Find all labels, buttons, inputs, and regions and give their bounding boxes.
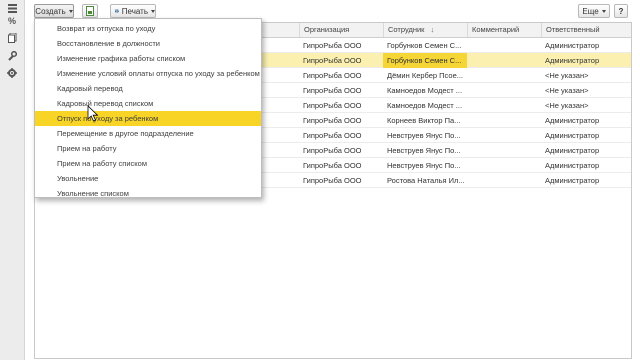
- sort-down-icon: ↓: [430, 25, 435, 34]
- chevron-down-icon: [68, 9, 73, 13]
- cell-organization: ГипроРыба ООО: [303, 86, 362, 95]
- column-header-comment-label: Комментарий: [472, 25, 520, 34]
- cell-organization: ГипроРыба ООО: [303, 131, 362, 140]
- mouse-cursor-icon: [87, 105, 99, 122]
- menu-item[interactable]: Увольнение: [35, 171, 261, 186]
- menu-item[interactable]: Кадровый перевод списком: [35, 96, 261, 111]
- cell-responsible: <Не указан>: [545, 71, 589, 80]
- create-button[interactable]: Создать: [34, 4, 74, 18]
- print-button[interactable]: Печать: [110, 4, 156, 18]
- cell-employee: Невструев Янус По...: [387, 131, 461, 140]
- help-button[interactable]: ?: [614, 4, 628, 18]
- cell-responsible: <Не указан>: [545, 101, 589, 110]
- cell-responsible: Администратор: [545, 56, 600, 65]
- cell-employee: Ростова Наталья Ил...: [387, 176, 465, 185]
- cell-comment: [467, 38, 541, 53]
- chevron-down-icon: [601, 9, 606, 13]
- cell-responsible: Администратор: [545, 116, 600, 125]
- printer-icon: [115, 9, 119, 13]
- create-button-label: Создать: [35, 6, 66, 16]
- cell-responsible: Администратор: [545, 41, 600, 50]
- cell-responsible: Администратор: [545, 176, 600, 185]
- cell-responsible: Администратор: [545, 161, 600, 170]
- cell-employee: Невструев Янус По...: [387, 146, 461, 155]
- column-header-employee[interactable]: Сотрудник ↓: [383, 23, 467, 37]
- menu-item[interactable]: Кадровый перевод: [35, 81, 261, 96]
- cell-employee: Камноедов Модест ...: [387, 101, 463, 110]
- menu-item[interactable]: Изменение графика работы списком: [35, 51, 261, 66]
- cell-comment: [467, 173, 541, 188]
- more-button[interactable]: Еще: [578, 4, 610, 18]
- column-header-responsible[interactable]: Ответственный: [541, 23, 631, 37]
- cell-responsible: Администратор: [545, 146, 600, 155]
- cell-comment: [467, 158, 541, 173]
- column-header-organization[interactable]: Организация: [299, 23, 383, 37]
- cell-organization: ГипроРыба ООО: [303, 146, 362, 155]
- cell-comment: [467, 128, 541, 143]
- cell-employee: Камноедов Модест ...: [387, 86, 463, 95]
- percent-icon[interactable]: %: [0, 14, 24, 28]
- cell-comment: [467, 83, 541, 98]
- column-header-employee-label: Сотрудник: [388, 25, 425, 34]
- create-document-button[interactable]: [82, 4, 98, 18]
- wrench-icon[interactable]: [0, 49, 24, 63]
- menu-item[interactable]: Прием на работу: [35, 141, 261, 156]
- cell-organization: ГипроРыба ООО: [303, 41, 362, 50]
- menu-item[interactable]: Прием на работу списком: [35, 156, 261, 171]
- cell-employee: Невструев Янус По...: [387, 161, 461, 170]
- menu-item[interactable]: Возврат из отпуска по уходу: [35, 21, 261, 36]
- chevron-down-icon: [151, 9, 155, 13]
- column-header-organization-label: Организация: [304, 25, 350, 34]
- gear-icon[interactable]: [0, 66, 24, 80]
- cell-comment: [467, 68, 541, 83]
- menu-item[interactable]: Восстановление в должности: [35, 36, 261, 51]
- cell-employee: Дёмин Кербер Псое...: [387, 71, 463, 80]
- cell-comment: [467, 143, 541, 158]
- cell-employee: Горбунков Семен С...: [387, 41, 462, 50]
- menu-item[interactable]: Перемещение в другое подразделение: [35, 126, 261, 141]
- cell-organization: ГипроРыба ООО: [303, 101, 362, 110]
- more-button-label: Еще: [582, 6, 599, 16]
- column-header-comment[interactable]: Комментарий: [467, 23, 541, 37]
- cell-employee: Корнеев Виктор Па...: [387, 116, 461, 125]
- create-dropdown-menu: Возврат из отпуска по уходу Восстановлени…: [34, 18, 262, 198]
- document-green-icon: [85, 6, 94, 16]
- cell-organization: ГипроРыба ООО: [303, 71, 362, 80]
- cell-responsible: <Не указан>: [545, 86, 589, 95]
- menu-icon[interactable]: [0, 1, 24, 15]
- print-button-label: Печать: [121, 6, 148, 16]
- cell-comment: [467, 53, 541, 68]
- menu-item[interactable]: Изменение условий оплаты отпуска по уход…: [35, 66, 261, 81]
- cell-comment: [467, 98, 541, 113]
- column-header-responsible-label: Ответственный: [546, 25, 600, 34]
- cell-organization: ГипроРыба ООО: [303, 56, 362, 65]
- cell-organization: ГипроРыба ООО: [303, 176, 362, 185]
- cell-comment: [467, 113, 541, 128]
- cell-organization: ГипроРыба ООО: [303, 116, 362, 125]
- left-sidebar: %: [0, 0, 25, 360]
- cell-employee: Горбунков Семен С...: [383, 53, 467, 68]
- cell-organization: ГипроРыба ООО: [303, 161, 362, 170]
- menu-item[interactable]: Отпуск по уходу за ребенком: [35, 111, 261, 126]
- cell-responsible: Администратор: [545, 131, 600, 140]
- menu-item[interactable]: Увольнение списком: [35, 186, 261, 201]
- documents-icon[interactable]: [0, 31, 24, 45]
